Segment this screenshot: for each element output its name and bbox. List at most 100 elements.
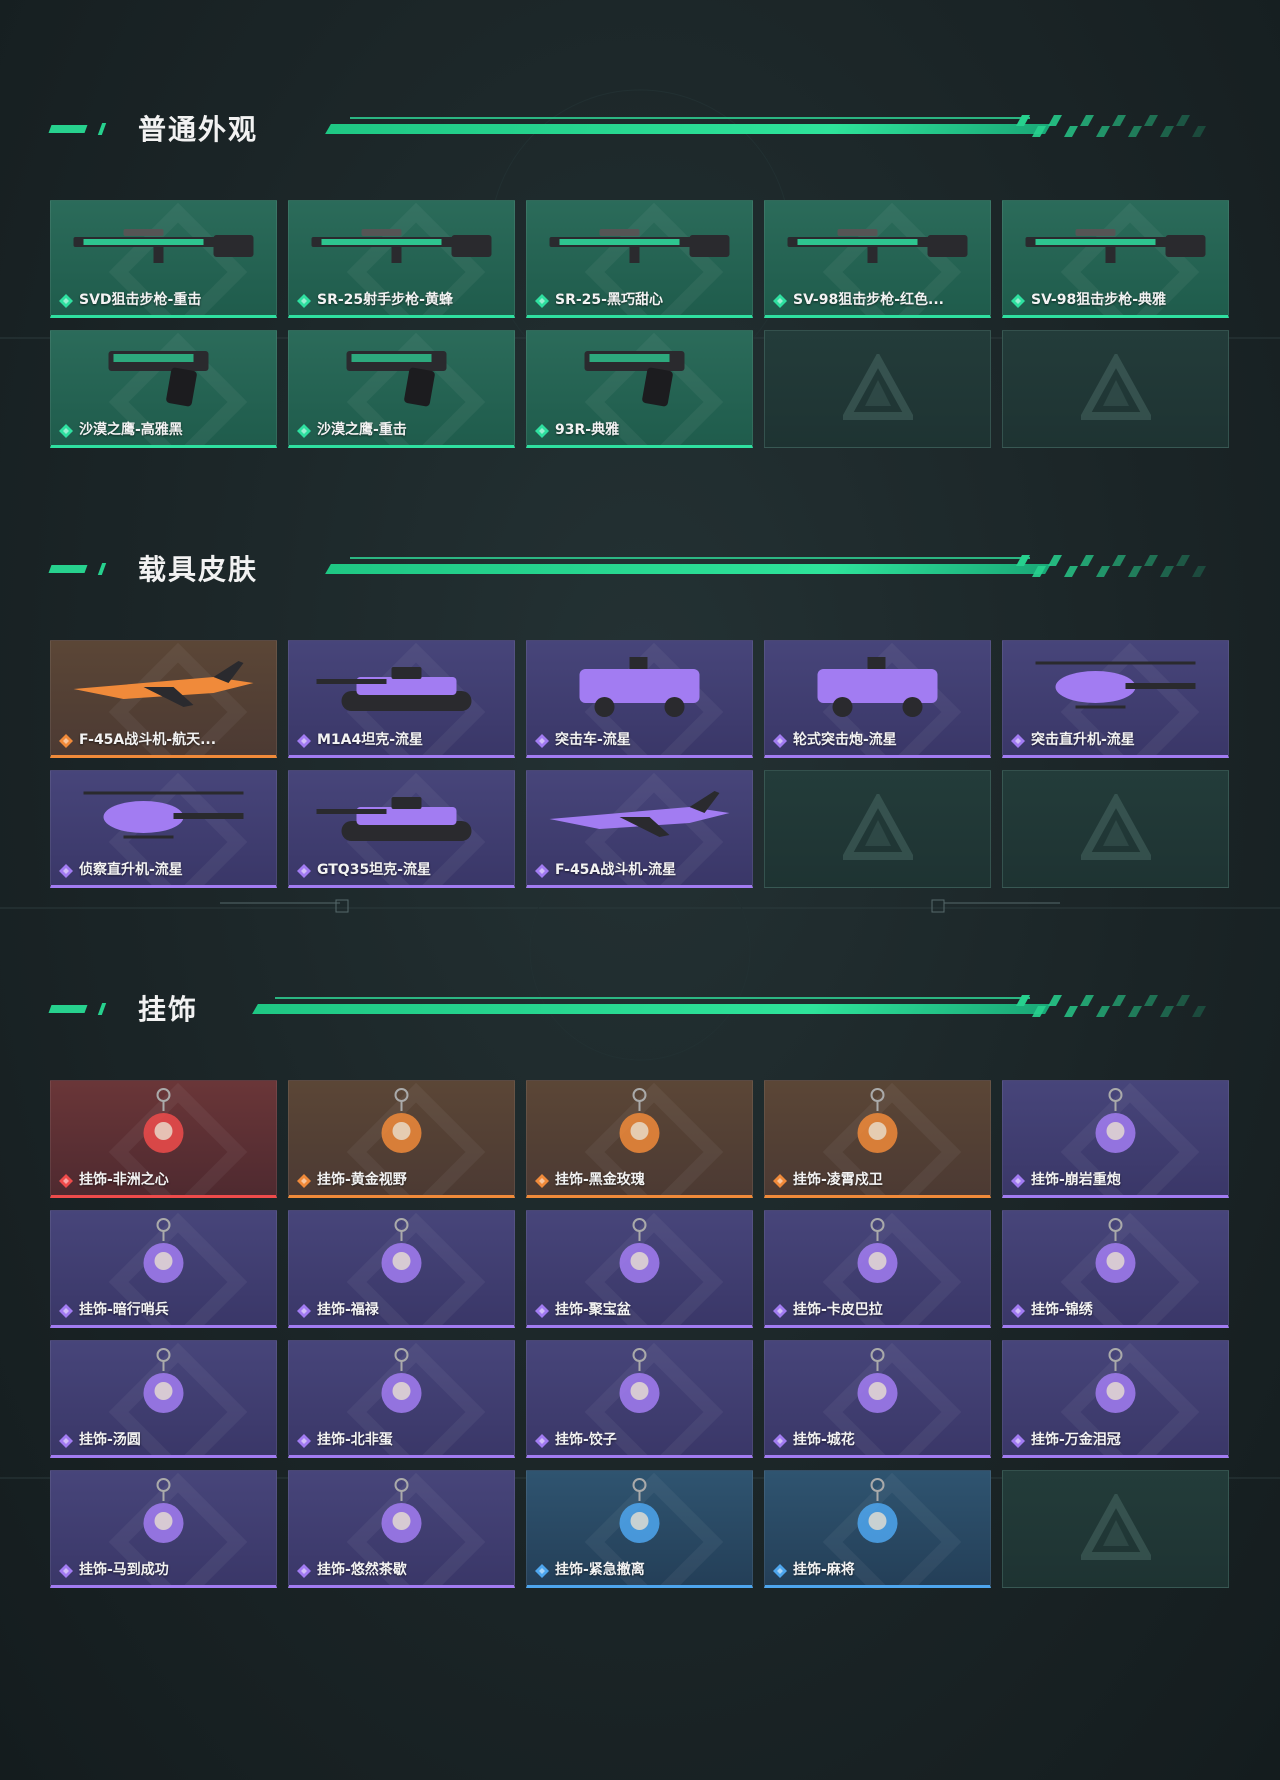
item-card[interactable]: 突击车-流星 bbox=[526, 640, 753, 758]
header-accent bbox=[97, 1003, 107, 1015]
item-card[interactable]: 沙漠之鹰-高雅黑 bbox=[50, 330, 277, 448]
rifle-icon bbox=[1013, 207, 1218, 283]
item-label: 突击直升机-流星 bbox=[1031, 732, 1135, 748]
rarity-diamond-icon bbox=[535, 1173, 549, 1188]
item-card[interactable]: GTQ35坦克-流星 bbox=[288, 770, 515, 888]
helicopter-icon bbox=[61, 777, 266, 853]
rarity-diamond-icon bbox=[535, 1563, 549, 1578]
item-label: 挂饰-黑金玫瑰 bbox=[555, 1172, 645, 1188]
section-title: 普通外观 bbox=[138, 113, 259, 146]
item-card[interactable]: F-45A战斗机-航天... bbox=[50, 640, 277, 758]
item-card[interactable]: SV-98狙击步枪-典雅 bbox=[1002, 200, 1229, 318]
item-card[interactable]: 挂饰-紧急撤离 bbox=[526, 1470, 753, 1588]
rarity-diamond-icon bbox=[59, 1173, 73, 1188]
jet-icon bbox=[61, 647, 266, 723]
item-card[interactable]: SV-98狙击步枪-红色... bbox=[764, 200, 991, 318]
charm-icon bbox=[775, 1347, 980, 1423]
section-title: 载具皮肤 bbox=[138, 553, 259, 586]
rarity-diamond-icon bbox=[297, 733, 311, 748]
item-card[interactable]: 挂饰-黑金玫瑰 bbox=[526, 1080, 753, 1198]
rarity-diamond-icon bbox=[297, 1433, 311, 1448]
item-label: SR-25射手步枪-黄蜂 bbox=[317, 292, 453, 308]
rarity-diamond-icon bbox=[59, 1433, 73, 1448]
item-card[interactable]: SR-25-黑巧甜心 bbox=[526, 200, 753, 318]
checker-pattern-icon bbox=[1016, 995, 1206, 1017]
item-card[interactable]: 挂饰-汤圆 bbox=[50, 1340, 277, 1458]
item-label: 93R-典雅 bbox=[555, 422, 620, 438]
item-card[interactable]: SR-25射手步枪-黄蜂 bbox=[288, 200, 515, 318]
checker-pattern-icon bbox=[1016, 115, 1206, 137]
item-grid: 挂饰-非洲之心 挂饰-黄金视野 挂饰-黑金玫瑰 挂饰-凌霄戍卫 挂饰-崩岩重炮挂饰-暗行… bbox=[50, 1080, 1229, 1588]
item-card[interactable]: 挂饰-城花 bbox=[764, 1340, 991, 1458]
rarity-diamond-icon bbox=[1011, 1433, 1025, 1448]
item-card[interactable]: M1A4坦克-流星 bbox=[288, 640, 515, 758]
item-label: GTQ35坦克-流星 bbox=[317, 862, 431, 878]
rarity-diamond-icon bbox=[773, 1303, 787, 1318]
charm-icon bbox=[299, 1087, 504, 1163]
charm-icon bbox=[61, 1347, 266, 1423]
item-card[interactable]: 挂饰-北非蛋 bbox=[288, 1340, 515, 1458]
item-card[interactable]: 挂饰-黄金视野 bbox=[288, 1080, 515, 1198]
charm-icon bbox=[61, 1477, 266, 1553]
header-accent bbox=[97, 563, 107, 575]
item-card[interactable]: SVD狙击步枪-重击 bbox=[50, 200, 277, 318]
pistol-icon bbox=[537, 337, 742, 413]
item-card[interactable]: 挂饰-暗行哨兵 bbox=[50, 1210, 277, 1328]
rarity-diamond-icon bbox=[535, 423, 549, 438]
charm-icon bbox=[61, 1217, 266, 1293]
placeholder-logo-icon bbox=[1077, 791, 1154, 864]
charm-icon bbox=[537, 1477, 742, 1553]
rarity-diamond-icon bbox=[59, 1563, 73, 1578]
rarity-diamond-icon bbox=[535, 733, 549, 748]
item-card[interactable]: 93R-典雅 bbox=[526, 330, 753, 448]
item-card[interactable]: 挂饰-崩岩重炮 bbox=[1002, 1080, 1229, 1198]
item-card[interactable]: 轮式突击炮-流星 bbox=[764, 640, 991, 758]
item-card[interactable]: 突击直升机-流星 bbox=[1002, 640, 1229, 758]
rarity-diamond-icon bbox=[535, 1433, 549, 1448]
rarity-diamond-icon bbox=[1011, 1303, 1025, 1318]
charm-icon bbox=[775, 1217, 980, 1293]
item-card[interactable]: 挂饰-悠然茶歇 bbox=[288, 1470, 515, 1588]
rifle-icon bbox=[775, 207, 980, 283]
truck-icon bbox=[537, 647, 742, 723]
item-card[interactable]: 挂饰-饺子 bbox=[526, 1340, 753, 1458]
item-card[interactable]: 挂饰-非洲之心 bbox=[50, 1080, 277, 1198]
header-accent bbox=[97, 123, 107, 135]
empty-slot bbox=[764, 330, 991, 448]
helicopter-icon bbox=[1013, 647, 1218, 723]
charm-icon bbox=[775, 1477, 980, 1553]
item-card[interactable]: 挂饰-凌霄戍卫 bbox=[764, 1080, 991, 1198]
item-label: SR-25-黑巧甜心 bbox=[555, 292, 663, 308]
pistol-icon bbox=[299, 337, 504, 413]
charm-icon bbox=[775, 1087, 980, 1163]
item-card[interactable]: F-45A战斗机-流星 bbox=[526, 770, 753, 888]
item-card[interactable]: 挂饰-万金泪冠 bbox=[1002, 1340, 1229, 1458]
item-label: 挂饰-万金泪冠 bbox=[1031, 1432, 1121, 1448]
item-label: 挂饰-非洲之心 bbox=[79, 1172, 169, 1188]
placeholder-logo-icon bbox=[839, 351, 916, 424]
rifle-icon bbox=[299, 207, 504, 283]
charm-icon bbox=[299, 1477, 504, 1553]
item-card[interactable]: 挂饰-麻将 bbox=[764, 1470, 991, 1588]
header-line bbox=[325, 564, 1051, 574]
rarity-diamond-icon bbox=[59, 1303, 73, 1318]
item-grid: F-45A战斗机-航天... M1A4坦克-流星 突击车-流星 轮式突击炮-流星 突击直… bbox=[50, 640, 1229, 888]
item-card[interactable]: 挂饰-卡皮巴拉 bbox=[764, 1210, 991, 1328]
item-card[interactable]: 沙漠之鹰-重击 bbox=[288, 330, 515, 448]
item-label: 挂饰-饺子 bbox=[555, 1432, 617, 1448]
rarity-diamond-icon bbox=[1011, 733, 1025, 748]
item-card[interactable]: 挂饰-聚宝盆 bbox=[526, 1210, 753, 1328]
item-label: 突击车-流星 bbox=[555, 732, 631, 748]
tank-icon bbox=[299, 777, 504, 853]
item-label: 挂饰-聚宝盆 bbox=[555, 1302, 631, 1318]
item-card[interactable]: 侦察直升机-流星 bbox=[50, 770, 277, 888]
item-card[interactable]: 挂饰-马到成功 bbox=[50, 1470, 277, 1588]
rifle-icon bbox=[61, 207, 266, 283]
item-card[interactable]: 挂饰-锦绣 bbox=[1002, 1210, 1229, 1328]
section-header: 挂饰 bbox=[48, 988, 1230, 1028]
item-label: 挂饰-悠然茶歇 bbox=[317, 1562, 407, 1578]
checker-pattern-icon bbox=[1016, 555, 1206, 577]
placeholder-logo-icon bbox=[1077, 351, 1154, 424]
rarity-diamond-icon bbox=[773, 733, 787, 748]
item-card[interactable]: 挂饰-福禄 bbox=[288, 1210, 515, 1328]
